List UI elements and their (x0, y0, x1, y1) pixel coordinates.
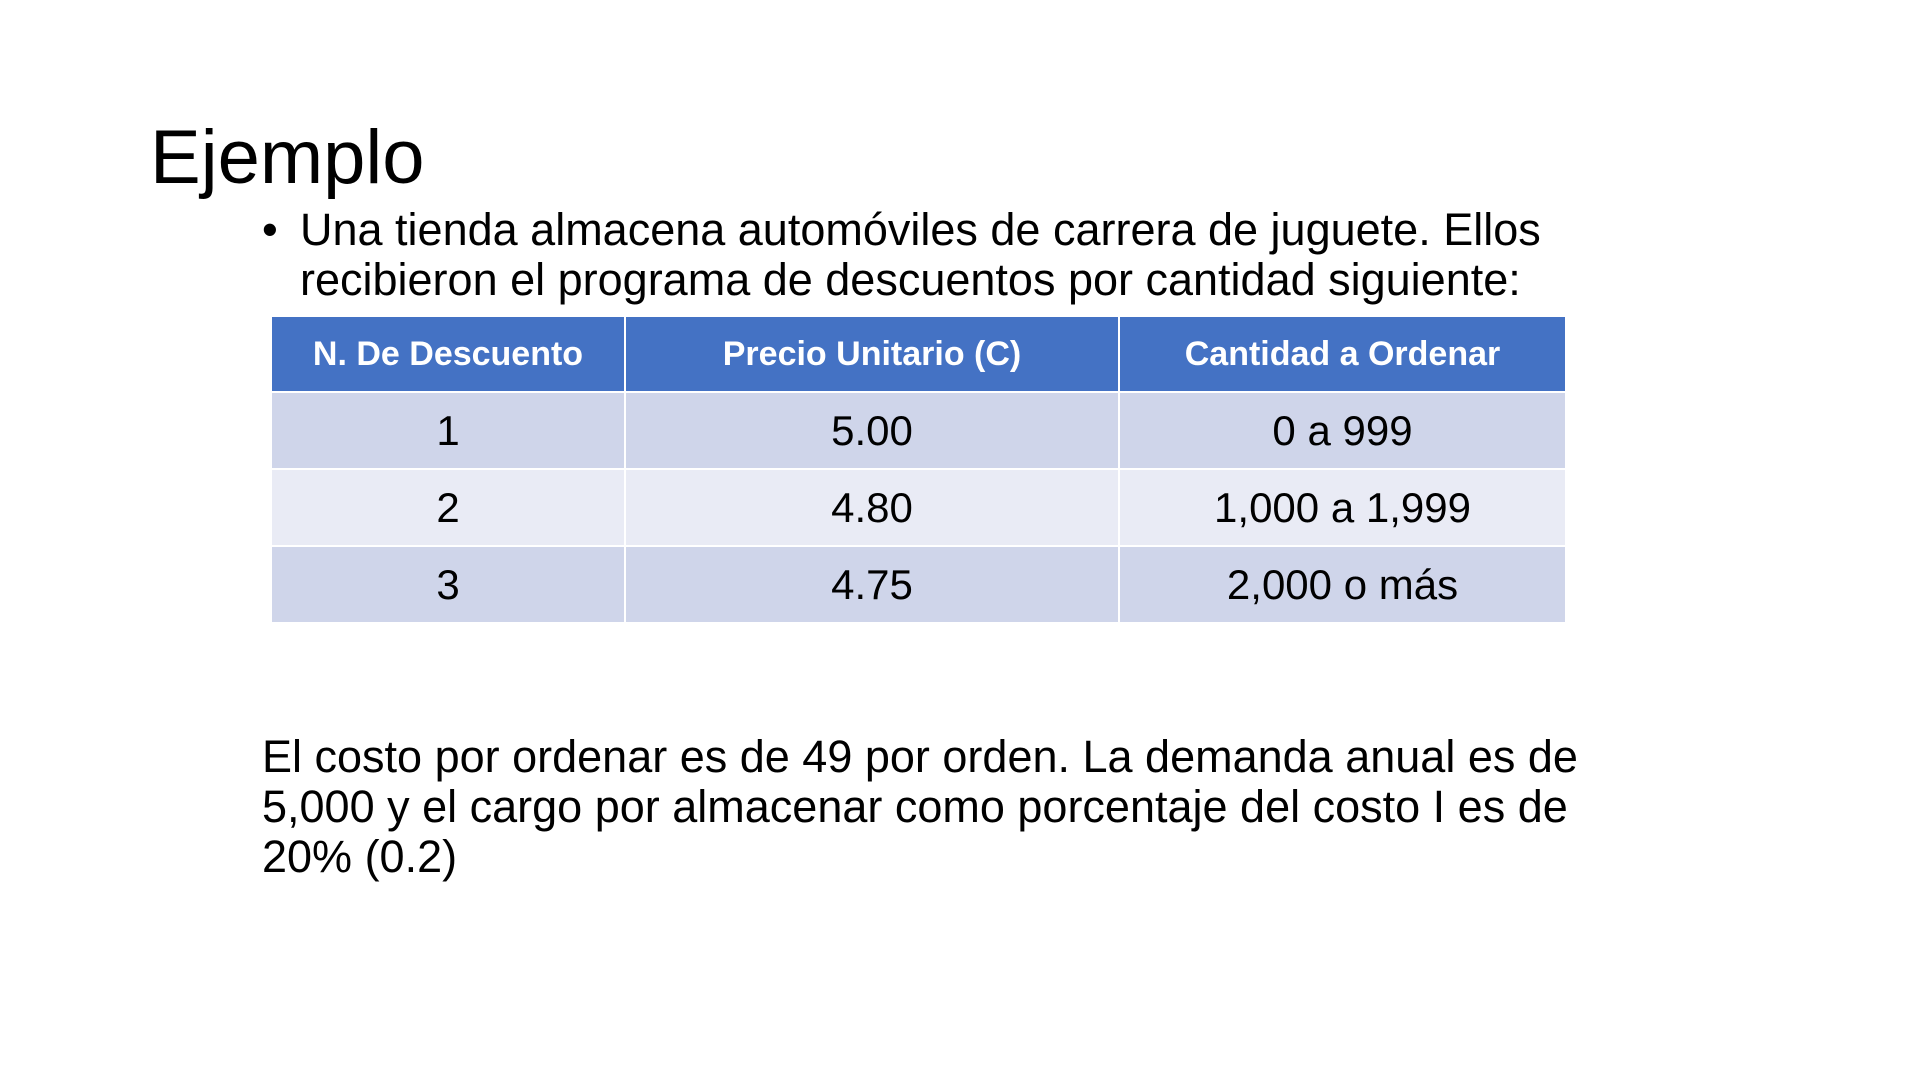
cell-unit-price: 4.80 (624, 468, 1120, 547)
header-unit-price: Precio Unitario (C) (624, 315, 1120, 393)
discount-table: N. De Descuento Precio Unitario (C) Cant… (270, 315, 1567, 624)
header-order-quantity: Cantidad a Ordenar (1118, 315, 1567, 393)
cell-order-quantity: 0 a 999 (1118, 391, 1567, 470)
cell-order-quantity: 2,000 o más (1118, 545, 1567, 624)
bullet-item: • Una tienda almacena automóviles de car… (262, 205, 1562, 305)
table-row: 1 5.00 0 a 999 (270, 391, 1567, 470)
table-header-row: N. De Descuento Precio Unitario (C) Cant… (270, 315, 1567, 393)
bullet-marker: • (262, 205, 278, 255)
cell-discount-number: 3 (270, 545, 626, 624)
cell-order-quantity: 1,000 a 1,999 (1118, 468, 1567, 547)
header-discount-number: N. De Descuento (270, 315, 626, 393)
cell-unit-price: 5.00 (624, 391, 1120, 470)
cell-discount-number: 2 (270, 468, 626, 547)
slide: Ejemplo • Una tienda almacena automóvile… (0, 0, 1920, 1080)
table-row: 2 4.80 1,000 a 1,999 (270, 468, 1567, 547)
slide-title: Ejemplo (150, 115, 425, 200)
bullet-text: Una tienda almacena automóviles de carre… (300, 205, 1541, 305)
problem-statement: El costo por ordenar es de 49 por orden.… (262, 731, 1578, 882)
table-row: 3 4.75 2,000 o más (270, 545, 1567, 624)
bullet-list: • Una tienda almacena automóviles de car… (262, 205, 1562, 307)
cell-unit-price: 4.75 (624, 545, 1120, 624)
cell-discount-number: 1 (270, 391, 626, 470)
